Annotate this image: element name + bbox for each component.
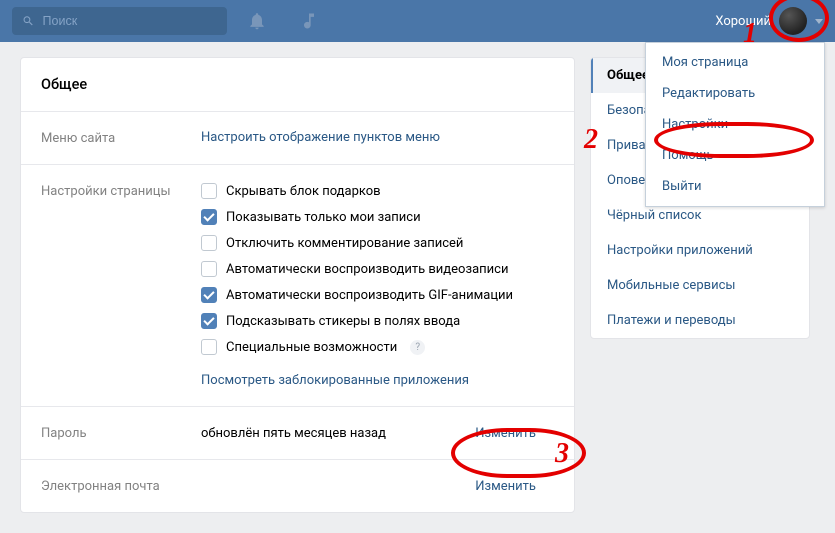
checkbox-label: Показывать только мои записи xyxy=(226,210,421,225)
music-icon[interactable] xyxy=(299,11,319,31)
checkbox-item[interactable]: Показывать только мои записи xyxy=(201,209,554,225)
checkbox-label: Автоматически воспроизводить GIF-анимаци… xyxy=(226,288,513,303)
dropdown-item-edit[interactable]: Редактировать xyxy=(646,78,824,109)
password-value: обновлён пять месяцев назад xyxy=(201,426,386,441)
checkbox-icon xyxy=(201,287,217,303)
user-dropdown: Моя страница Редактировать Настройки Пом… xyxy=(645,42,825,207)
search-input[interactable] xyxy=(43,14,217,28)
user-menu[interactable]: Хороший xyxy=(715,7,823,35)
help-icon[interactable]: ? xyxy=(410,340,425,355)
checkbox-icon xyxy=(201,339,217,355)
search-wrap[interactable] xyxy=(12,7,227,35)
dropdown-item-exit[interactable]: Выйти xyxy=(646,171,824,202)
row-email: Электронная почта Изменить xyxy=(21,459,574,512)
checkbox-item[interactable]: Отключить комментирование записей xyxy=(201,235,554,251)
top-icons xyxy=(247,11,319,31)
nav-item-app-settings[interactable]: Настройки приложений xyxy=(591,233,809,268)
checkbox-label: Автоматически воспроизводить видеозаписи xyxy=(226,262,508,277)
checkbox-icon xyxy=(201,235,217,251)
nav-item-payments[interactable]: Платежи и переводы xyxy=(591,303,809,338)
checkbox-list: Скрывать блок подарков Показывать только … xyxy=(201,183,554,355)
nav-item-mobile[interactable]: Мобильные сервисы xyxy=(591,268,809,303)
checkbox-label: Скрывать блок подарков xyxy=(226,184,381,199)
checkbox-label: Подсказывать стикеры в полях ввода xyxy=(226,314,460,329)
checkbox-item[interactable]: Автоматически воспроизводить GIF-анимаци… xyxy=(201,287,554,303)
row-site-menu: Меню сайта Настроить отображение пунктов… xyxy=(21,111,574,164)
search-icon xyxy=(22,14,35,28)
row-label-email: Электронная почта xyxy=(41,478,201,494)
avatar xyxy=(779,7,807,35)
row-page-settings: Настройки страницы Скрывать блок подарко… xyxy=(21,164,574,406)
configure-menu-link[interactable]: Настроить отображение пунктов меню xyxy=(201,130,440,145)
checkbox-icon xyxy=(201,313,217,329)
email-change-link[interactable]: Изменить xyxy=(475,479,554,494)
chevron-down-icon xyxy=(815,19,823,24)
row-label-password: Пароль xyxy=(41,425,201,441)
bell-icon[interactable] xyxy=(247,11,267,31)
row-label-menu: Меню сайта xyxy=(41,130,201,146)
dropdown-item-settings[interactable]: Настройки xyxy=(646,109,824,140)
dropdown-item-my-page[interactable]: Моя страница xyxy=(646,47,824,78)
page-title: Общее xyxy=(21,76,574,111)
username-label: Хороший xyxy=(715,14,771,29)
row-label-pagesettings: Настройки страницы xyxy=(41,183,201,388)
checkbox-icon xyxy=(201,261,217,277)
checkbox-item[interactable]: Специальные возможности? xyxy=(201,339,554,355)
checkbox-icon xyxy=(201,209,217,225)
password-change-link[interactable]: Изменить xyxy=(475,426,554,441)
dropdown-item-help[interactable]: Помощь xyxy=(646,140,824,171)
checkbox-label: Отключить комментирование записей xyxy=(226,236,463,251)
checkbox-label: Специальные возможности xyxy=(226,340,397,355)
settings-panel: Общее Меню сайта Настроить отображение п… xyxy=(20,57,575,513)
checkbox-item[interactable]: Подсказывать стикеры в полях ввода xyxy=(201,313,554,329)
checkbox-item[interactable]: Автоматически воспроизводить видеозаписи xyxy=(201,261,554,277)
topbar: Хороший xyxy=(0,0,835,42)
checkbox-item[interactable]: Скрывать блок подарков xyxy=(201,183,554,199)
blocked-apps-link[interactable]: Посмотреть заблокированные приложения xyxy=(201,373,469,388)
row-password: Пароль обновлён пять месяцев назад Измен… xyxy=(21,406,574,459)
checkbox-icon xyxy=(201,183,217,199)
